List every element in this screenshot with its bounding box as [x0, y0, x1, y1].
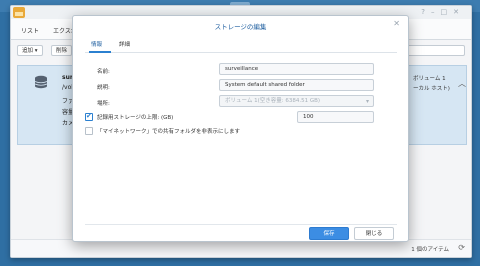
edit-storage-dialog: ストレージの編集 ✕ 情報 詳細 名前: surveillance 説明: Sy…	[72, 15, 409, 242]
tab-detail[interactable]: 詳細	[119, 40, 130, 48]
quota-checkbox[interactable]	[85, 112, 93, 121]
tab-info[interactable]: 情報	[91, 40, 102, 48]
location-label: 場所:	[97, 101, 110, 107]
refresh-icon[interactable]: ⟳	[458, 243, 465, 252]
name-label: 名前:	[97, 69, 110, 75]
row-volume: ボリューム 1	[413, 76, 446, 82]
close-icon[interactable]: ✕	[393, 19, 400, 28]
tab-list[interactable]: リスト	[21, 26, 39, 35]
row-host: ーカル ホスト)	[413, 86, 450, 92]
database-icon	[34, 75, 48, 89]
folder-app-icon	[13, 7, 25, 18]
location-select: ボリューム 1(空き容量: 6384.51 GB) ▾	[219, 95, 374, 107]
name-field[interactable]: surveillance	[219, 63, 374, 75]
quota-input[interactable]: 100	[297, 111, 374, 123]
network-hide-checkbox[interactable]	[85, 127, 93, 135]
quota-label: 記録用ストレージの上限: (GB)	[97, 115, 174, 121]
delete-button[interactable]: 削除	[51, 45, 73, 56]
description-label: 説明:	[97, 85, 110, 91]
description-field[interactable]: System default shared folder	[219, 79, 374, 91]
save-button[interactable]: 保存	[309, 227, 349, 240]
item-count: 1 個のアイテム	[411, 247, 449, 253]
chevron-down-icon: ▾	[365, 98, 369, 105]
search-input[interactable]	[405, 45, 465, 56]
close-button[interactable]: 閉じる	[354, 227, 394, 240]
add-button[interactable]: 追加 ▾	[17, 45, 43, 56]
chevron-up-icon[interactable]: ︿	[458, 78, 466, 89]
dialog-title: ストレージの編集	[214, 23, 267, 31]
network-hide-label: 「マイネットワーク」での共有フォルダを非表示にします	[97, 129, 241, 135]
window-controls[interactable]: ?–□✕	[421, 8, 465, 16]
dialog-tabs: 情報 詳細	[85, 34, 397, 53]
footer-divider	[85, 224, 397, 225]
active-tab-indicator	[89, 51, 111, 53]
location-value: ボリューム 1(空き容量: 6384.51 GB)	[225, 98, 321, 104]
